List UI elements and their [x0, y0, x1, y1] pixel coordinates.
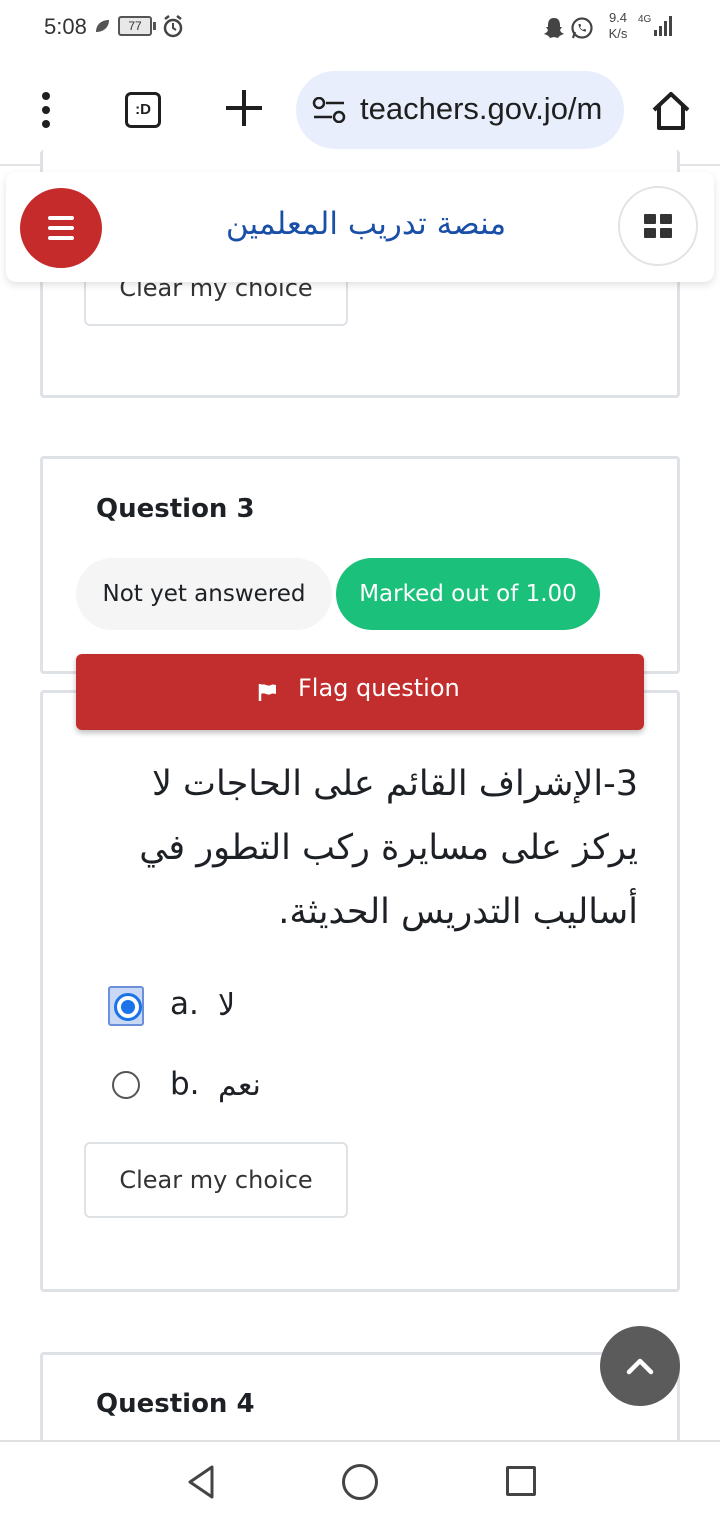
radio-button-b[interactable]	[112, 1071, 140, 1099]
site-title[interactable]: منصة تدريب المعلمين	[166, 206, 566, 242]
option-letter: b.	[170, 1066, 200, 1102]
system-nav-bar	[0, 1440, 720, 1520]
status-bar: 5:08 77 9.4 K/s 4G	[0, 0, 720, 56]
net-speed-unit: K/s	[608, 26, 628, 41]
question-4-title: Question 4	[96, 1389, 255, 1419]
answer-option-b[interactable]: b. نعم	[108, 1066, 308, 1110]
chevron-up-icon	[626, 1358, 654, 1375]
answer-option-a[interactable]: a. لا	[108, 986, 308, 1030]
tabs-icon[interactable]: :D	[125, 92, 161, 128]
home-icon[interactable]	[650, 90, 692, 136]
option-letter: a.	[170, 986, 199, 1022]
leaf-icon	[94, 18, 110, 38]
option-text[interactable]: لا	[218, 988, 235, 1023]
battery-icon: 77	[118, 16, 152, 36]
question-text: 3-الإشراف القائم على الحاجات لا يركز على…	[139, 764, 638, 932]
battery-tip	[153, 22, 156, 30]
radio-button-a[interactable]	[114, 993, 142, 1021]
option-text[interactable]: نعم	[218, 1068, 261, 1103]
marks-badge: Marked out of 1.00	[336, 558, 600, 630]
question-status-badge: Not yet answered	[76, 558, 332, 630]
url-text[interactable]: teachers.gov.jo/m	[360, 91, 602, 127]
apps-grid-icon[interactable]	[618, 186, 698, 266]
new-tab-plus-icon[interactable]	[222, 86, 266, 130]
net-speed-value: 9.4	[608, 10, 628, 25]
back-triangle-icon[interactable]	[186, 1464, 216, 1504]
hamburger-menu-icon[interactable]	[20, 188, 102, 268]
home-circle-icon[interactable]	[342, 1464, 378, 1500]
address-bar[interactable]: teachers.gov.jo/m	[296, 71, 624, 149]
back-to-top-button[interactable]	[600, 1326, 680, 1406]
snapchat-icon	[542, 16, 566, 44]
flag-question-button[interactable]: Flag question	[76, 654, 644, 730]
status-time: 5:08	[44, 14, 87, 39]
flag-question-label: Flag question	[298, 674, 460, 702]
clear-choice-button[interactable]: Clear my choice	[84, 1142, 348, 1218]
site-header: منصة تدريب المعلمين	[6, 172, 714, 282]
menu-dots-icon[interactable]	[34, 92, 58, 132]
radio-focus-ring[interactable]	[108, 986, 144, 1026]
network-type: 4G	[638, 14, 652, 25]
recents-square-icon[interactable]	[506, 1466, 536, 1496]
radio-wrap-b[interactable]	[108, 1066, 144, 1106]
signal-icon	[652, 14, 674, 42]
alarm-icon	[162, 15, 184, 43]
site-settings-icon[interactable]	[312, 96, 346, 127]
flag-icon	[258, 682, 278, 706]
whatsapp-icon	[570, 16, 594, 44]
net-speed: 9.4 K/s	[602, 10, 634, 42]
question-3-title: Question 3	[96, 494, 255, 524]
